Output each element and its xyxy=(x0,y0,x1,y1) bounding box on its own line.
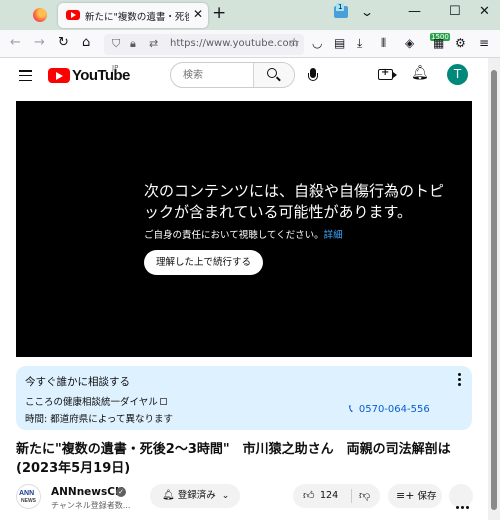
forward-button[interactable]: → xyxy=(34,35,45,50)
like-count[interactable]: 124 xyxy=(320,484,338,508)
browser-nav-bar: ← → ↻ ⌂ ⛉ 🔒︎ ⇄ https://www.youtube.com ☆… xyxy=(0,30,500,58)
avatar[interactable]: T xyxy=(447,64,468,85)
video-title: 新たに"複数の遺書・死後2〜3時間" 市川猿之助さん 両親の司法解剖は(2023… xyxy=(16,442,451,476)
channel-name[interactable]: ANNnewsCH xyxy=(51,486,124,498)
extension-icon[interactable]: 1 xyxy=(334,3,348,18)
channel-logo-text: ANN xyxy=(19,490,35,497)
crisis-service-name[interactable]: こころの健康相談統一ダイヤル xyxy=(25,397,158,408)
crisis-phone-link[interactable]: 📞︎ 0570-064-556 xyxy=(349,402,430,416)
tab-close-icon[interactable]: ✕ xyxy=(193,7,203,21)
content-warning-text: 次のコンテンツには、自殺や自傷行為のトピックが含まれている可能性があります。 xyxy=(144,182,445,221)
subscriber-count: チャンネル登録者数... xyxy=(51,501,131,510)
phone-icon: 📞︎ xyxy=(349,402,353,415)
back-button[interactable]: ← xyxy=(10,35,21,50)
search-box xyxy=(170,62,295,88)
crisis-hours: 時間: 都道府県によって異なります xyxy=(25,414,173,425)
content-warning-subtext: ご自身の責任において視聴してください。詳細 xyxy=(144,227,343,241)
viewer-discretion-text: ご自身の責任において視聴してください。 xyxy=(144,230,324,241)
bell-icon: 🔔︎ xyxy=(162,490,175,501)
library-icon[interactable]: ⫴ xyxy=(381,36,386,51)
hamburger-menu-icon[interactable] xyxy=(19,70,32,82)
crisis-phone-number[interactable]: 0570-064-556 xyxy=(359,404,430,415)
crisis-service-link[interactable]: こころの健康相談統一ダイヤル xyxy=(25,394,167,408)
like-divider xyxy=(351,489,352,503)
details-link[interactable]: 詳細 xyxy=(324,230,343,241)
crisis-resource-panel: 今すぐ誰かに相談する こころの健康相談統一ダイヤル 時間: 都道府県によって異な… xyxy=(16,366,472,430)
like-dislike-group: 👍︎ 124 👎︎ xyxy=(293,484,380,508)
microphone-icon[interactable] xyxy=(308,68,318,81)
close-window-button[interactable]: ✕ xyxy=(479,4,490,19)
create-video-icon[interactable] xyxy=(378,67,397,80)
subscribed-label: 登録済み xyxy=(177,490,216,501)
playlist-add-icon: ≡+ xyxy=(396,489,415,502)
more-horizontal-icon xyxy=(455,494,470,513)
browser-tab-bar: 新たに"複数の遺書・死後2〜3時間" ✕ + 1 ⌄ — ☐ ✕ xyxy=(0,0,500,30)
url-text[interactable]: https://www.youtube.com xyxy=(170,38,298,49)
download-icon[interactable]: ⤓ xyxy=(357,36,362,51)
search-input[interactable] xyxy=(171,63,254,87)
extension-badge: 1 xyxy=(336,3,345,11)
menu-icon[interactable]: ≡ xyxy=(479,36,489,50)
search-icon xyxy=(267,68,277,78)
url-bar[interactable]: ⛉ 🔒︎ ⇄ https://www.youtube.com ☆ xyxy=(104,34,304,55)
crisis-heading: 今すぐ誰かに相談する xyxy=(25,376,130,388)
proceed-button[interactable]: 理解した上で続行する xyxy=(144,250,264,275)
pocket-icon[interactable]: ◡ xyxy=(312,36,322,50)
reload-button[interactable]: ↻ xyxy=(58,35,69,50)
more-options-icon[interactable] xyxy=(458,373,461,388)
more-actions-button[interactable] xyxy=(449,484,473,509)
notifications-bell-icon[interactable]: 🔔︎ xyxy=(411,65,429,81)
channel-logo-subtext: NEWS xyxy=(21,498,36,504)
channel-avatar[interactable]: ANN NEWS xyxy=(16,484,41,509)
youtube-favicon-icon xyxy=(66,10,80,20)
maximize-button[interactable]: ☐ xyxy=(449,4,461,19)
extension-green-icon[interactable]: ▦ xyxy=(433,36,444,50)
dislike-icon[interactable]: 👎︎ xyxy=(359,484,370,508)
home-icon[interactable]: ⌂ xyxy=(82,35,90,50)
tab-list-chevron-icon[interactable]: ⌄ xyxy=(360,5,374,19)
browser-tab[interactable]: 新たに"複数の遺書・死後2〜3時間" ✕ xyxy=(58,3,208,28)
reader-icon[interactable]: ▤ xyxy=(334,36,345,50)
search-button[interactable] xyxy=(253,63,294,87)
youtube-logo-icon[interactable] xyxy=(48,68,70,83)
permissions-icon[interactable]: ⇄ xyxy=(149,37,158,50)
subscribed-button[interactable]: 🔔︎ 登録済み ⌄ xyxy=(150,484,240,508)
firefox-view-icon[interactable] xyxy=(33,8,47,22)
youtube-header: YouTube JP 🔔︎ T xyxy=(0,58,488,94)
external-link-icon xyxy=(159,398,167,405)
region-code: JP xyxy=(112,64,119,72)
chevron-down-icon: ⌄ xyxy=(221,491,230,501)
new-tab-button[interactable]: + xyxy=(212,3,226,23)
save-button[interactable]: ≡+ 保存 xyxy=(388,484,442,508)
scrollbar-thumb[interactable] xyxy=(491,70,497,510)
tab-title: 新たに"複数の遺書・死後2〜3時間" xyxy=(85,12,189,23)
shield-icon[interactable]: ⛉ xyxy=(112,37,120,51)
minimize-button[interactable]: — xyxy=(408,4,421,19)
extension-blue-icon[interactable]: ◈ xyxy=(405,36,414,50)
save-label: 保存 xyxy=(417,491,437,502)
like-icon[interactable]: 👍︎ xyxy=(303,484,315,508)
bookmark-star-icon[interactable]: ☆ xyxy=(288,36,300,51)
verified-check-icon: ✓ xyxy=(116,487,126,497)
lock-icon[interactable]: 🔒︎ xyxy=(130,37,136,51)
video-player[interactable]: 次のコンテンツには、自殺や自傷行為のトピックが含まれている可能性があります。 ご… xyxy=(16,101,472,357)
extensions-puzzle-icon[interactable]: ⚙ xyxy=(455,36,466,50)
youtube-logo-text[interactable]: YouTube xyxy=(72,67,130,84)
